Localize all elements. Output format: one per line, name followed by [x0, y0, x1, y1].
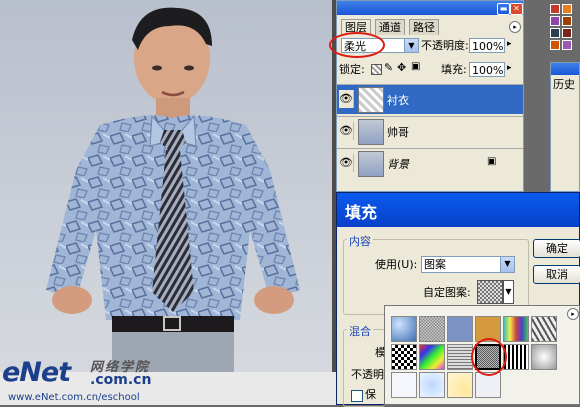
layers-panel-titlebar[interactable]: ▬ ✕ [337, 1, 523, 15]
layers-panel: ▬ ✕ 图层 通道 路径 ▸ 柔光 ▼ 不透明度: 100% ▸ 锁定: ✎ ✥… [329, 0, 524, 192]
menu-arrow-icon[interactable]: ▸ [509, 21, 521, 33]
layer-name: 背景 [387, 158, 409, 171]
opacity-label-dialog: 不透明 [351, 368, 384, 381]
use-select-value: 图案 [424, 258, 446, 271]
swatch[interactable] [550, 4, 560, 14]
highlight-circle-blend [329, 32, 385, 58]
history-titlebar[interactable] [551, 63, 579, 75]
pattern-swatch[interactable] [419, 344, 445, 370]
watermark-domain: .com.cn [90, 372, 152, 388]
ok-button[interactable]: 确定 [533, 239, 580, 258]
lock-icon: ▣ [487, 156, 497, 167]
layer-name: 衬衣 [387, 94, 409, 107]
tab-channels[interactable]: 通道 [375, 19, 405, 35]
swatch[interactable] [550, 28, 560, 38]
layer-row-shirt[interactable]: 👁 衬衣 [337, 84, 523, 114]
layer-name: 帅哥 [387, 126, 409, 139]
history-panel: 历史 [550, 62, 580, 192]
use-label: 使用(U): [375, 258, 418, 271]
pattern-swatch[interactable] [503, 316, 529, 342]
layer-row-background[interactable]: 👁 背景 ▣ [337, 148, 523, 178]
swatch[interactable] [562, 28, 572, 38]
opacity-label: 不透明度: [421, 39, 469, 52]
pattern-swatch[interactable] [391, 372, 417, 398]
fill-label: 填充: [441, 63, 467, 76]
pattern-swatch[interactable] [447, 372, 473, 398]
pattern-swatch[interactable] [419, 372, 445, 398]
pattern-swatch[interactable] [531, 344, 557, 370]
custom-pattern-label: 自定图案: [423, 286, 471, 299]
history-tab[interactable]: 历史 [553, 76, 575, 92]
swatch[interactable] [562, 40, 572, 50]
pattern-swatch[interactable] [391, 316, 417, 342]
lock-label: 锁定: [339, 63, 365, 76]
close-icon[interactable]: ✕ [510, 3, 523, 15]
chevron-down-icon[interactable]: ▼ [500, 257, 514, 272]
menu-arrow-icon[interactable]: ▸ [567, 308, 579, 320]
fill-slider-arrow[interactable]: ▸ [507, 63, 512, 73]
tab-paths[interactable]: 路径 [409, 19, 439, 35]
brush-icon[interactable]: ✎ [384, 61, 393, 74]
swatch[interactable] [550, 16, 560, 26]
preserve-label: 保 [365, 388, 376, 401]
photo-canvas[interactable] [0, 0, 332, 372]
eye-icon[interactable]: 👁 [339, 122, 354, 140]
opacity-slider-arrow[interactable]: ▸ [507, 39, 512, 49]
pattern-picker: ▸ [384, 305, 580, 405]
pattern-swatch[interactable] [447, 344, 473, 370]
eye-icon[interactable]: 👁 [339, 90, 354, 108]
use-select[interactable]: 图案 ▼ [421, 256, 515, 273]
photo-man-shirt [46, 7, 300, 372]
pattern-swatch[interactable] [419, 316, 445, 342]
dialog-title: 填充 [345, 203, 378, 222]
chevron-down-icon[interactable]: ▼ [503, 280, 514, 304]
preserve-checkbox[interactable] [351, 390, 363, 402]
fill-dialog-titlebar[interactable]: 填充 [337, 193, 579, 227]
fill-input[interactable]: 100% [469, 62, 505, 77]
lock-icon[interactable]: ▣ [411, 61, 420, 72]
swatch[interactable] [550, 40, 560, 50]
swatch[interactable] [562, 16, 572, 26]
layer-thumbnail [358, 87, 384, 113]
chevron-down-icon[interactable]: ▼ [404, 39, 418, 52]
pattern-swatch[interactable] [531, 316, 557, 342]
move-icon[interactable]: ✥ [397, 61, 406, 74]
pattern-swatch[interactable] [447, 316, 473, 342]
content-group-title: 内容 [347, 233, 373, 249]
minimize-icon[interactable]: ▬ [497, 3, 510, 15]
layer-thumbnail [358, 119, 384, 145]
custom-pattern-swatch[interactable] [477, 280, 503, 304]
layer-row-man[interactable]: 👁 帅哥 [337, 116, 523, 146]
watermark-logo: eNet [2, 357, 71, 388]
watermark-url: www.eNet.com.cn/eschool [8, 392, 140, 403]
blend-group-title: 混合 [347, 323, 373, 339]
highlight-circle-pattern [471, 338, 507, 376]
pattern-swatch[interactable] [391, 344, 417, 370]
opacity-input[interactable]: 100% [469, 38, 505, 53]
eye-icon[interactable]: 👁 [339, 154, 354, 172]
layer-thumbnail [358, 151, 384, 177]
cancel-button[interactable]: 取消 [533, 265, 580, 284]
lock-transparency-icon[interactable] [371, 64, 382, 75]
swatches-panel [540, 0, 580, 60]
swatch[interactable] [562, 4, 572, 14]
